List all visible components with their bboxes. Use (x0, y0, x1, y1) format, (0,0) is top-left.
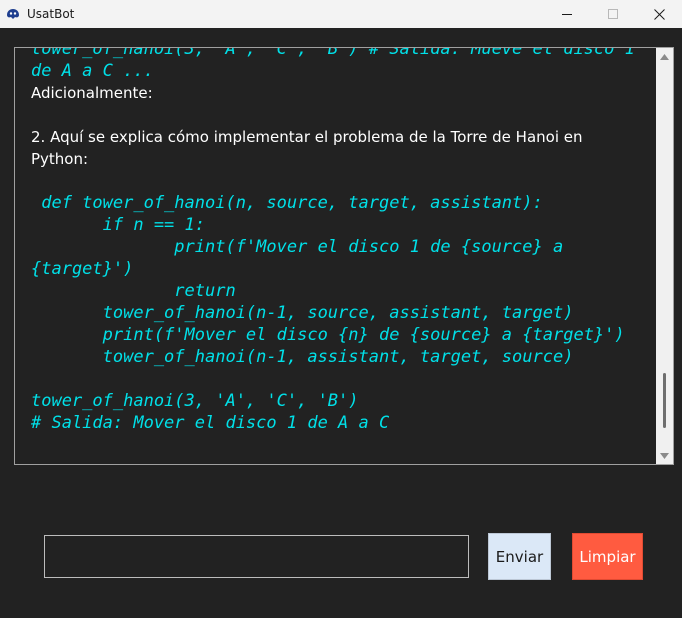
app-icon (5, 6, 21, 22)
maximize-icon (608, 9, 618, 19)
send-button[interactable]: Enviar (488, 533, 551, 580)
close-button[interactable] (636, 0, 682, 28)
minimize-button[interactable] (544, 0, 590, 28)
title-bar: UsatBot (0, 0, 682, 28)
scroll-up-button[interactable] (656, 48, 673, 65)
chat-code-line: if n == 1: (31, 215, 205, 235)
chevron-down-icon (660, 452, 669, 459)
chat-code-line: print(f'Mover el disco {n} de {source} a… (31, 325, 625, 345)
message-input[interactable] (44, 535, 469, 578)
scroll-down-button[interactable] (656, 447, 673, 464)
chat-lines: tower_of_hanoi(3, 'A', 'C', 'B') # Salid… (31, 48, 651, 434)
close-icon (653, 8, 665, 20)
maximize-button[interactable] (590, 0, 636, 28)
chat-code-line: return (31, 281, 236, 301)
minimize-icon (562, 14, 572, 15)
app-window: UsatBot tower_of_hanoi(3, 'A', 'C', 'B')… (0, 0, 682, 618)
window-title: UsatBot (27, 7, 75, 21)
chat-history[interactable]: tower_of_hanoi(3, 'A', 'C', 'B') # Salid… (14, 47, 674, 465)
chat-scrollbar[interactable] (656, 48, 673, 464)
chat-code-line: {target}') (31, 259, 134, 279)
chat-code-line: tower_of_hanoi(3, 'A', 'C', 'B') (31, 391, 359, 411)
chat-code-line: # Salida: Mover el disco 1 de A a C (31, 413, 390, 433)
chat-code-line: def tower_of_hanoi(n, source, target, as… (31, 193, 543, 213)
chat-code-line: print(f'Mover el disco 1 de {source} a (31, 237, 564, 257)
clear-button[interactable]: Limpiar (572, 533, 643, 580)
chat-text-line: Adicionalmente: (31, 84, 153, 102)
chat-blank-line (31, 104, 651, 126)
chat-code-line: de A a C ... (31, 61, 154, 81)
chevron-up-icon (660, 53, 669, 60)
chat-code-line: tower_of_hanoi(3, 'A', 'C', 'B') # Salid… (31, 48, 635, 59)
chat-blank-line (31, 368, 651, 390)
chat-text-line: 2. Aquí se explica cómo implementar el p… (31, 128, 583, 146)
chat-blank-line (31, 170, 651, 192)
chat-code-line: tower_of_hanoi(n-1, source, assistant, t… (31, 303, 574, 323)
scroll-thumb[interactable] (663, 373, 666, 428)
chat-text-line: Python: (31, 150, 89, 168)
window-controls (544, 0, 682, 28)
chat-code-line: tower_of_hanoi(n-1, assistant, target, s… (31, 347, 574, 367)
chat-content: tower_of_hanoi(3, 'A', 'C', 'B') # Salid… (31, 48, 651, 464)
